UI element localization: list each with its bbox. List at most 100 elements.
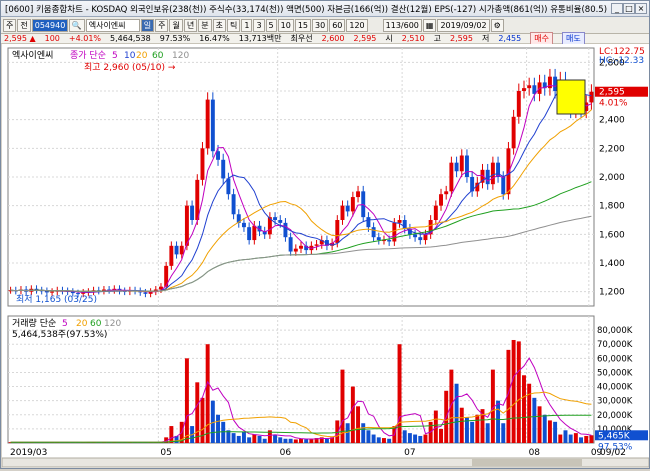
minimize-icon[interactable]: _ [611,3,623,14]
volume-bar [511,339,516,443]
toolbar-button-week[interactable]: 주 [3,18,17,32]
candle-body [371,227,376,238]
interval-3[interactable]: 3 [253,18,265,32]
interval-15[interactable]: 15 [294,18,311,32]
stock-name-field[interactable]: 엑사이엔씨 [85,18,140,32]
period-tick[interactable]: 틱 [226,18,241,32]
interval-1[interactable]: 1 [241,18,253,32]
interval-30[interactable]: 30 [312,18,329,32]
title-bar: [0600] 키움종합차트 - KOSDAQ 외국인보유(238(천)) 주식수… [1,1,649,17]
x-axis-label: 2019/03 [10,448,47,458]
current-volume-rate: 97.53% [598,442,633,452]
volume-bar [184,358,189,443]
period-year[interactable]: 년 [183,18,198,32]
volume-bar [563,430,568,443]
bar-count-field[interactable]: 113/600 [382,18,422,32]
volume-bar [231,433,236,443]
current-price-tag-text: 2,595 [599,88,625,98]
maximize-icon[interactable]: □ [623,3,635,14]
volume-bar [470,421,475,443]
candle-body [459,155,464,172]
volume-bar [278,437,283,443]
price-tick-label: 2,000 [599,173,625,183]
volume-bar [376,437,381,443]
candle-body [293,248,298,252]
candle-body [247,227,252,241]
volume-value: 5,464,538 [110,34,151,43]
candle-body [553,76,558,91]
volume-bar [257,435,262,443]
ask-price: 2,600 [321,34,345,43]
candle-body [345,205,350,212]
settings-icon[interactable]: ⚙ [490,18,504,32]
volume-bar [522,375,526,443]
volume-bar [459,407,464,443]
price-rate: +4.01% [68,34,102,43]
volume-bar [361,423,366,443]
open-price: 2,510 [401,34,425,43]
candle-body [397,220,402,223]
ma-period-120: 120 [172,51,189,61]
candle-body [454,162,459,172]
low-price: 2,455 [498,34,522,43]
interval-120[interactable]: 120 [346,18,368,32]
ma-period-60: 60 [152,51,164,61]
volume-ma-period-120: 120 [104,319,121,329]
volume-bar [407,433,412,443]
period-minute[interactable]: 분 [198,18,212,32]
candle-body [433,205,438,220]
close-icon[interactable]: × [635,3,647,14]
chart-window: [0600] 키움종합차트 - KOSDAQ 외국인보유(238(천)) 주식수… [0,0,650,469]
x-axis-label: 08 [529,448,541,458]
candle-body [231,194,236,215]
volume-bar [221,421,226,443]
search-icon[interactable]: 🔍 [68,18,85,32]
candle-body [356,191,361,198]
candle-body [376,237,381,241]
interval-60[interactable]: 60 [329,18,346,32]
period-month[interactable]: 월 [169,18,183,32]
candle-body [527,85,532,89]
volume-bar [169,426,174,443]
date-field[interactable]: 2019/09/02 [437,18,490,32]
candle-body [184,205,189,246]
price-tick-label: 2,400 [599,116,625,126]
volume-bar [573,433,578,443]
candle-body [241,222,246,228]
candle-body [314,244,319,246]
volume-bar [402,430,407,443]
price-change: 100 [44,34,60,43]
volume-rate: 97.53% [159,34,191,43]
calendar-icon[interactable]: ▦ [422,18,437,32]
volume-bar [304,439,309,443]
candle-body [439,194,443,206]
interval-5[interactable]: 5 [265,18,277,32]
volume-bar [345,423,350,443]
best-quote-label: 최우선 [290,34,313,43]
candle-body [226,178,231,195]
stock-code-input[interactable]: 054940 [31,18,68,32]
toolbar-button-all[interactable]: 전 [17,18,31,32]
candle-body [340,205,345,220]
interval-10[interactable]: 10 [277,18,294,32]
volume-bar [413,434,418,443]
candle-body [76,293,80,295]
candle-body [190,205,195,220]
low-label: 저 [481,34,490,43]
volume-bar [418,435,423,443]
stock-chart-svg[interactable]: 2,8002,6002,4002,2002,0001,8001,6001,400… [1,44,650,468]
candle-body [366,217,371,228]
period-second[interactable]: 초 [212,18,226,32]
volume-bar [205,344,210,443]
period-day[interactable]: 일 [140,18,155,32]
volume-bar [350,386,355,443]
volume-bar [273,434,278,443]
candle-body [210,99,215,152]
chart-area[interactable]: 2,8002,6002,4002,2002,0001,8001,6001,400… [1,44,650,468]
candle-body [252,225,257,241]
hc-label: HC:-12.33 [599,56,644,66]
volume-bar [496,400,501,443]
period-week[interactable]: 주 [155,18,169,32]
volume-bar [423,434,428,443]
window-title: [0600] 키움종합차트 - KOSDAQ 외국인보유(238(천)) 주식수… [5,4,608,15]
